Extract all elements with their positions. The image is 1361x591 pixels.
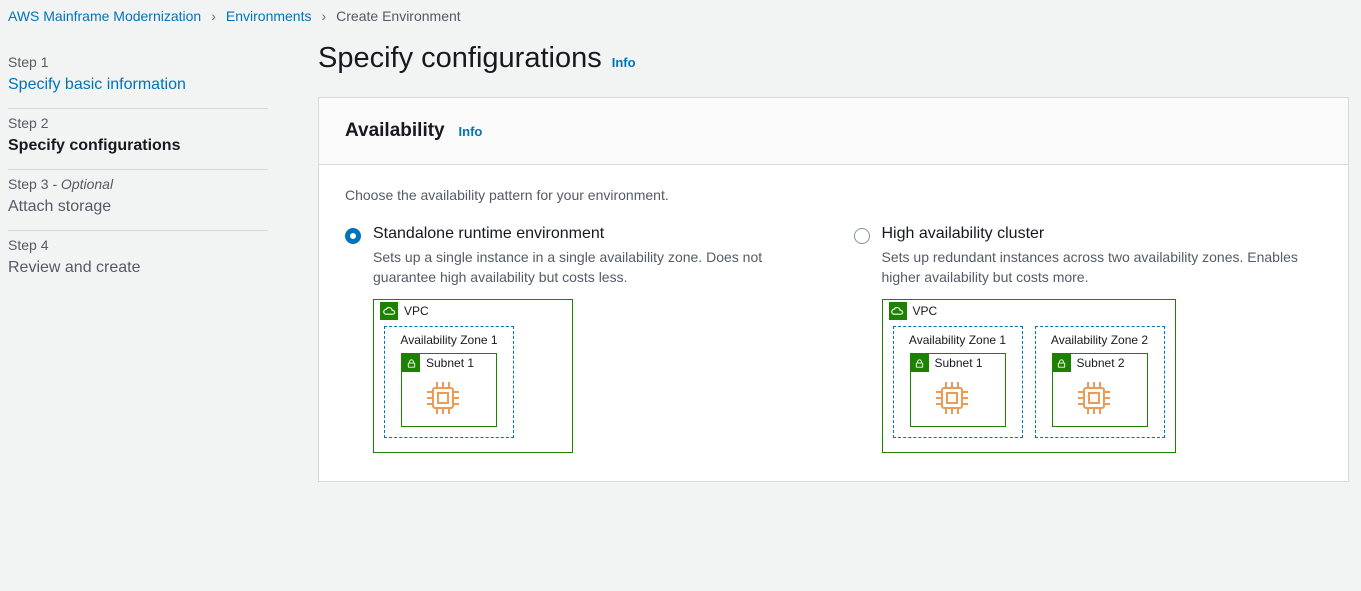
wizard-step-2[interactable]: Step 2 Specify configurations bbox=[8, 109, 268, 170]
wizard-step-1[interactable]: Step 1 Specify basic information bbox=[8, 48, 268, 109]
option-standalone: Standalone runtime environment Sets up a… bbox=[345, 225, 814, 453]
vpc-label: VPC bbox=[913, 304, 938, 318]
option-high-availability: High availability cluster Sets up redund… bbox=[854, 225, 1323, 453]
availability-panel: Availability Info Choose the availabilit… bbox=[318, 97, 1349, 482]
wizard-step-label: Step 4 bbox=[8, 237, 268, 253]
option-description: Sets up a single instance in a single av… bbox=[373, 248, 814, 287]
wizard-step-title[interactable]: Attach storage bbox=[8, 198, 268, 216]
az-label: Availability Zone 2 bbox=[1042, 327, 1158, 353]
chip-icon bbox=[1078, 382, 1110, 414]
availability-heading: Availability bbox=[345, 120, 445, 142]
info-link[interactable]: Info bbox=[459, 124, 483, 139]
wizard-step-3[interactable]: Step 3 - Optional Attach storage bbox=[8, 170, 268, 231]
breadcrumb: AWS Mainframe Modernization › Environmen… bbox=[8, 8, 1361, 24]
vpc-label: VPC bbox=[404, 304, 429, 318]
panel-header: Availability Info bbox=[319, 98, 1348, 165]
chip-icon bbox=[936, 382, 968, 414]
radio-high-availability[interactable] bbox=[854, 228, 870, 244]
option-description: Sets up redundant instances across two a… bbox=[882, 248, 1323, 287]
option-title[interactable]: High availability cluster bbox=[882, 225, 1045, 243]
lock-icon bbox=[1053, 354, 1071, 372]
diagram-ha: VPC Availability Zone 1 bbox=[882, 299, 1323, 453]
subnet-label: Subnet 1 bbox=[935, 356, 983, 370]
chevron-right-icon: › bbox=[321, 8, 326, 24]
wizard-step-4[interactable]: Step 4 Review and create bbox=[8, 231, 268, 291]
subnet-label: Subnet 1 bbox=[426, 356, 474, 370]
chevron-right-icon: › bbox=[211, 8, 216, 24]
wizard-step-title[interactable]: Specify configurations bbox=[8, 137, 268, 155]
lock-icon bbox=[911, 354, 929, 372]
az-label: Availability Zone 1 bbox=[391, 327, 507, 353]
breadcrumb-current: Create Environment bbox=[336, 8, 461, 24]
breadcrumb-link-environments[interactable]: Environments bbox=[226, 8, 312, 24]
main-content: Specify configurations Info Availability… bbox=[318, 42, 1361, 482]
cloud-icon bbox=[380, 302, 398, 320]
chip-icon bbox=[427, 382, 459, 414]
availability-options: Standalone runtime environment Sets up a… bbox=[345, 225, 1322, 453]
diagram-standalone: VPC Availability Zone 1 bbox=[373, 299, 814, 453]
wizard-step-title[interactable]: Specify basic information bbox=[8, 76, 268, 94]
wizard-step-label: Step 3 - Optional bbox=[8, 176, 268, 192]
page-title: Specify configurations Info bbox=[318, 42, 1349, 75]
subnet-label: Subnet 2 bbox=[1077, 356, 1125, 370]
cloud-icon bbox=[889, 302, 907, 320]
wizard-step-label: Step 2 bbox=[8, 115, 268, 131]
availability-description: Choose the availability pattern for your… bbox=[345, 187, 1322, 203]
radio-standalone[interactable] bbox=[345, 228, 361, 244]
info-link[interactable]: Info bbox=[612, 55, 636, 70]
breadcrumb-link-service[interactable]: AWS Mainframe Modernization bbox=[8, 8, 201, 24]
wizard-nav: Step 1 Specify basic information Step 2 … bbox=[8, 42, 268, 482]
wizard-step-title[interactable]: Review and create bbox=[8, 259, 268, 277]
az-label: Availability Zone 1 bbox=[900, 327, 1016, 353]
lock-icon bbox=[402, 354, 420, 372]
wizard-step-label: Step 1 bbox=[8, 54, 268, 70]
option-title[interactable]: Standalone runtime environment bbox=[373, 225, 604, 243]
